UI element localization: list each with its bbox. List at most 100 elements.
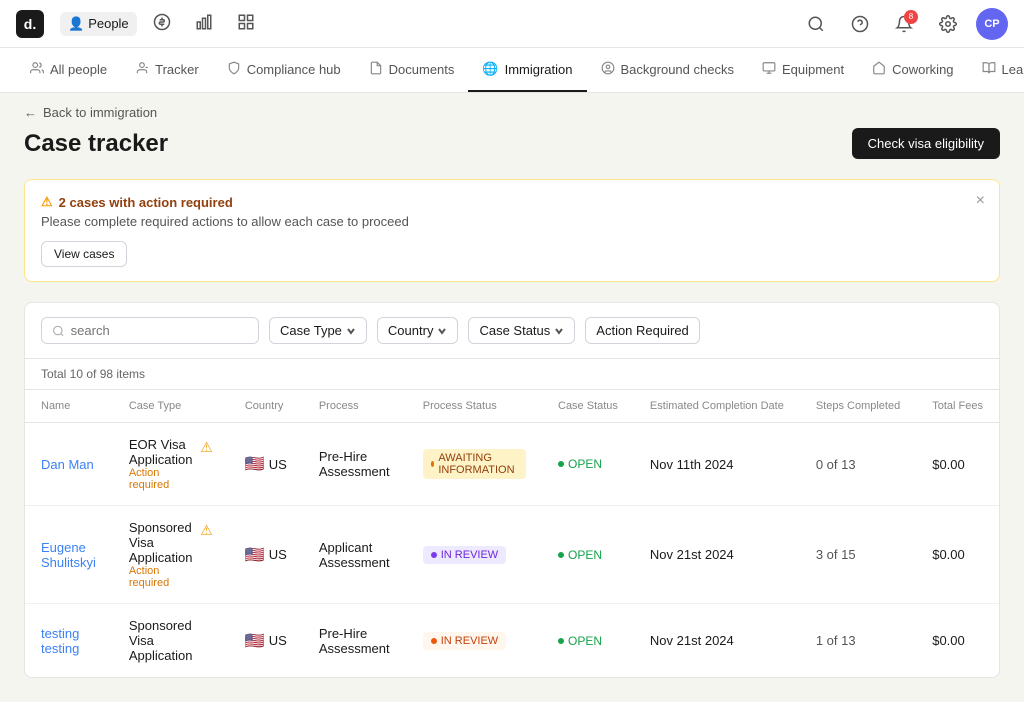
person-name-link[interactable]: Eugene Shulitskyi (41, 540, 96, 570)
background-checks-icon (601, 61, 615, 78)
notifications-button[interactable]: 8 (888, 8, 920, 40)
col-name: Name (25, 390, 113, 423)
nav-compliance-hub[interactable]: Compliance hub (213, 48, 355, 92)
country-code: US (269, 633, 287, 648)
case-type-filter[interactable]: Case Type (269, 317, 367, 344)
coworking-icon (872, 61, 886, 78)
cell-completion-date: Nov 21st 2024 (634, 506, 800, 604)
notification-badge: 8 (904, 10, 918, 24)
nav-tracker[interactable]: Tracker (121, 48, 213, 92)
cell-process: Pre-Hire Assessment (303, 423, 407, 506)
case-status-filter[interactable]: Case Status (468, 317, 575, 344)
nav-all-people-label: All people (50, 62, 107, 77)
nav-background-checks[interactable]: Background checks (587, 48, 748, 92)
cell-process: Applicant Assessment (303, 506, 407, 604)
table-row: testing testing Sponsored Visa Applicati… (25, 604, 999, 678)
billing-icon (153, 13, 171, 34)
table-header-row: Name Case Type Country Process Process S… (25, 390, 999, 423)
nav-immigration-label: Immigration (505, 62, 573, 77)
tracker-icon (135, 61, 149, 78)
nav-learning[interactable]: Learning (968, 48, 1024, 92)
equipment-icon (762, 61, 776, 78)
cell-steps: 1 of 13 (800, 604, 916, 678)
cell-case-status: OPEN (542, 506, 634, 604)
back-link[interactable]: ← Back to immigration (24, 93, 1000, 128)
nav-people-label: People (88, 16, 128, 31)
table-row: Eugene Shulitskyi Sponsored Visa Applica… (25, 506, 999, 604)
case-status-dot (558, 638, 564, 644)
nav-learning-label: Learning (1002, 62, 1024, 77)
nav-billing[interactable] (145, 9, 179, 38)
case-status-dot (558, 461, 564, 467)
sub-nav: All people Tracker Compliance hub Docume… (0, 48, 1024, 93)
cell-fees: $0.00 (916, 423, 999, 506)
action-required-label: Action required (129, 467, 194, 491)
cell-country: 🇺🇸 US (229, 604, 303, 678)
apps-icon (237, 13, 255, 34)
col-fees: Total Fees (916, 390, 999, 423)
top-nav: d. 👤 People 8 CP (0, 0, 1024, 48)
nav-coworking[interactable]: Coworking (858, 48, 967, 92)
documents-icon (369, 61, 383, 78)
warning-icon: ⚠ (41, 194, 53, 210)
avatar[interactable]: CP (976, 8, 1008, 40)
nav-equipment[interactable]: Equipment (748, 48, 858, 92)
case-status: OPEN (558, 457, 618, 471)
col-process: Process (303, 390, 407, 423)
col-process-status: Process Status (407, 390, 542, 423)
country-flag: 🇺🇸 (245, 454, 265, 474)
app-logo[interactable]: d. (16, 10, 44, 38)
search-box[interactable] (41, 317, 259, 344)
chevron-down-icon (437, 326, 447, 336)
close-alert-button[interactable]: × (976, 192, 985, 210)
cell-case-status: OPEN (542, 423, 634, 506)
page-title: Case tracker (24, 130, 168, 158)
nav-documents-label: Documents (389, 62, 455, 77)
search-icon (52, 324, 65, 338)
all-people-icon (30, 61, 44, 78)
back-arrow-icon: ← (24, 105, 37, 120)
case-status-dot (558, 552, 564, 558)
search-input[interactable] (71, 323, 248, 338)
col-country: Country (229, 390, 303, 423)
check-visa-button[interactable]: Check visa eligibility (852, 128, 1000, 159)
nav-apps[interactable] (229, 9, 263, 38)
nav-immigration[interactable]: 🌐 Immigration (468, 48, 586, 92)
col-completion-date: Estimated Completion Date (634, 390, 800, 423)
view-cases-button[interactable]: View cases (41, 241, 127, 267)
settings-button[interactable] (932, 8, 964, 40)
person-name-link[interactable]: Dan Man (41, 457, 94, 472)
nav-all-people[interactable]: All people (16, 48, 121, 92)
country-code: US (269, 547, 287, 562)
cell-case-type: Sponsored Visa Application (113, 604, 229, 678)
chevron-down-icon (554, 326, 564, 336)
alert-title: ⚠ 2 cases with action required (41, 194, 983, 210)
cell-completion-date: Nov 11th 2024 (634, 423, 800, 506)
cell-steps: 3 of 15 (800, 506, 916, 604)
cell-name: testing testing (25, 604, 113, 678)
cell-fees: $0.00 (916, 604, 999, 678)
col-steps: Steps Completed (800, 390, 916, 423)
table-summary: Total 10 of 98 items (25, 359, 999, 390)
warning-triangle-icon: ⚠ (200, 522, 213, 539)
nav-documents[interactable]: Documents (355, 48, 469, 92)
user-avatar-photo[interactable]: CP (976, 8, 1008, 40)
case-type-name: EOR Visa Application (129, 437, 194, 467)
status-dot (431, 461, 435, 467)
cell-process-status: IN REVIEW (407, 604, 542, 678)
help-button[interactable] (844, 8, 876, 40)
nav-people[interactable]: 👤 People (60, 12, 137, 36)
case-type-name: Sponsored Visa Application (129, 618, 213, 663)
back-link-label: Back to immigration (43, 105, 157, 120)
nav-analytics[interactable] (187, 9, 221, 38)
person-name-link[interactable]: testing testing (41, 626, 79, 656)
nav-coworking-label: Coworking (892, 62, 953, 77)
country-flag: 🇺🇸 (245, 631, 265, 651)
cell-process-status: AWAITING INFORMATION (407, 423, 542, 506)
cell-case-type: Sponsored Visa Application Action requir… (113, 506, 229, 604)
cell-case-status: OPEN (542, 604, 634, 678)
country-filter[interactable]: Country (377, 317, 459, 344)
cell-country: 🇺🇸 US (229, 506, 303, 604)
action-required-filter[interactable]: Action Required (585, 317, 700, 344)
search-button[interactable] (800, 8, 832, 40)
